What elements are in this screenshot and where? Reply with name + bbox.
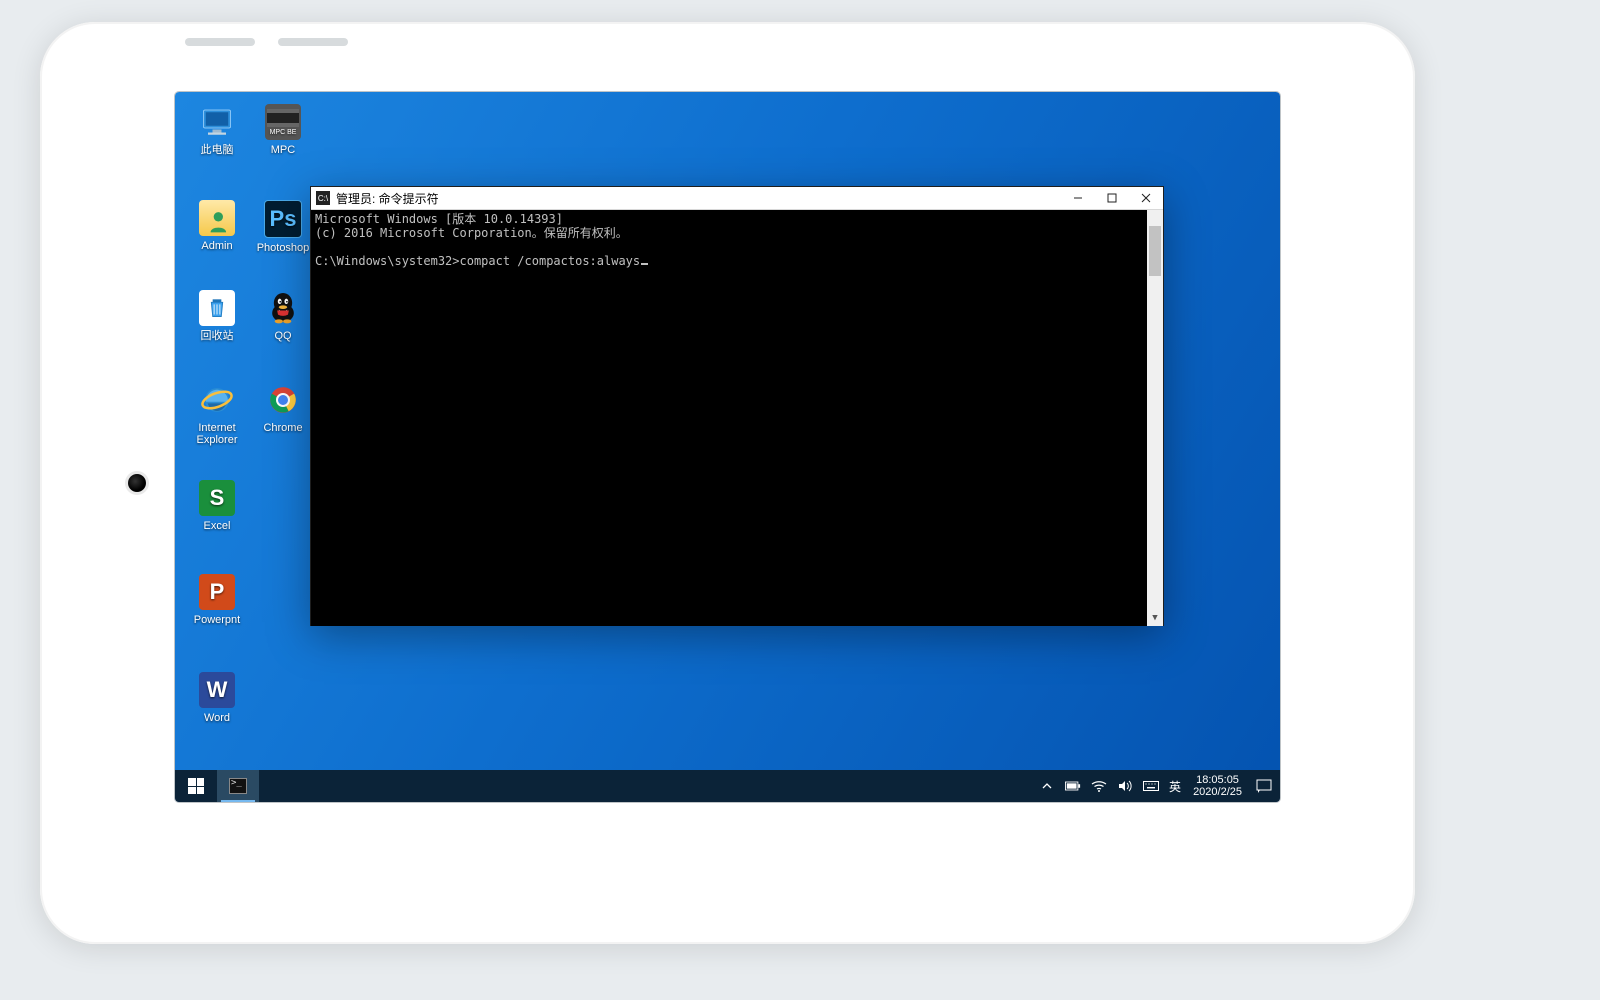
wifi-icon[interactable] (1091, 778, 1107, 794)
recycle-bin-icon (199, 290, 235, 326)
desktop-icon-this-pc[interactable]: 此电脑 (187, 104, 247, 156)
desktop-icon-label: Excel (187, 520, 247, 532)
action-center-button[interactable] (1248, 770, 1280, 802)
word-icon: W (199, 672, 235, 708)
cmd-body[interactable]: Microsoft Windows [版本 10.0.14393] (c) 20… (311, 210, 1163, 626)
desktop-icon-label: Internet Explorer (187, 422, 247, 446)
desktop-icon-label: Powerpnt (187, 614, 247, 626)
chrome-icon (265, 382, 301, 418)
photoshop-icon: Ps (264, 200, 302, 238)
desktop-icon-label: Photoshop (253, 242, 313, 254)
volume-icon[interactable] (1117, 778, 1133, 794)
this-pc-icon (199, 104, 235, 140)
taskbar-app-cmd[interactable] (217, 770, 259, 802)
cmd-cursor (641, 263, 648, 265)
desktop-icon-word[interactable]: W Word (187, 672, 247, 724)
folder-icon (199, 200, 235, 236)
keyboard-icon[interactable] (1143, 778, 1159, 794)
tablet-power-button[interactable] (278, 38, 348, 46)
desktop-icon-label: QQ (253, 330, 313, 342)
clock-date: 2020/2/25 (1193, 786, 1242, 798)
qq-icon (265, 290, 301, 326)
ime-indicator[interactable]: 英 (1169, 778, 1181, 794)
powerpoint-icon: P (199, 574, 235, 610)
ie-icon (199, 382, 235, 418)
notification-icon (1256, 779, 1272, 793)
taskbar-clock[interactable]: 18:05:05 2020/2/25 (1187, 770, 1248, 802)
tablet-frame: 此电脑 MPC BE MPC Admin Ps Photoshop (40, 22, 1415, 944)
close-button[interactable] (1129, 187, 1163, 209)
desktop-icon-mpc[interactable]: MPC BE MPC (253, 104, 313, 156)
cmd-title-text: 管理员: 命令提示符 (336, 190, 439, 207)
cmd-title-icon: C:\ (316, 191, 330, 205)
maximize-icon (1107, 193, 1117, 203)
desktop-icon-label: Admin (187, 240, 247, 252)
desktop-icon-admin[interactable]: Admin (187, 200, 247, 252)
cmd-window[interactable]: C:\ 管理员: 命令提示符 Microsoft Windows [版本 10.… (310, 186, 1164, 626)
taskbar[interactable]: 英 18:05:05 2020/2/25 (175, 770, 1280, 802)
mpc-icon: MPC BE (265, 104, 301, 140)
cmd-titlebar[interactable]: C:\ 管理员: 命令提示符 (311, 187, 1163, 210)
tablet-volume-button[interactable] (185, 38, 255, 46)
close-icon (1141, 193, 1151, 203)
tray-overflow-icon[interactable] (1039, 778, 1055, 794)
desktop-icon-photoshop[interactable]: Ps Photoshop (253, 200, 313, 254)
cmd-scrollbar[interactable]: ▲ ▼ (1147, 210, 1163, 626)
desktop-icon-label: Chrome (253, 422, 313, 434)
scroll-down-button[interactable]: ▼ (1147, 610, 1163, 626)
minimize-icon (1073, 193, 1083, 203)
desktop-icon-label: Word (187, 712, 247, 724)
desktop[interactable]: 此电脑 MPC BE MPC Admin Ps Photoshop (175, 92, 1280, 802)
desktop-icon-label: 此电脑 (187, 144, 247, 156)
minimize-button[interactable] (1061, 187, 1095, 209)
tablet-camera (128, 474, 146, 492)
desktop-icon-powerpnt[interactable]: P Powerpnt (187, 574, 247, 626)
desktop-icon-recycle-bin[interactable]: 回收站 (187, 290, 247, 342)
clock-time: 18:05:05 (1196, 774, 1239, 786)
desktop-icon-ie[interactable]: Internet Explorer (187, 382, 247, 446)
cmd-command: compact /compactos:always (460, 254, 641, 268)
battery-icon[interactable] (1065, 778, 1081, 794)
cmd-output-line: (c) 2016 Microsoft Corporation。保留所有权利。 (315, 226, 628, 240)
desktop-icon-qq[interactable]: QQ (253, 290, 313, 342)
desktop-icon-chrome[interactable]: Chrome (253, 382, 313, 434)
cmd-taskbar-icon (229, 778, 247, 794)
desktop-icon-label: 回收站 (187, 330, 247, 342)
scroll-thumb[interactable] (1149, 226, 1161, 276)
cmd-prompt: C:\Windows\system32> (315, 254, 460, 268)
screen: 此电脑 MPC BE MPC Admin Ps Photoshop (175, 92, 1280, 802)
system-tray[interactable]: 英 (1033, 770, 1187, 802)
windows-logo-icon (188, 778, 204, 794)
start-button[interactable] (175, 770, 217, 802)
maximize-button[interactable] (1095, 187, 1129, 209)
desktop-icon-excel[interactable]: S Excel (187, 480, 247, 532)
excel-icon: S (199, 480, 235, 516)
desktop-icon-label: MPC (253, 144, 313, 156)
cmd-output-line: Microsoft Windows [版本 10.0.14393] (315, 212, 563, 226)
